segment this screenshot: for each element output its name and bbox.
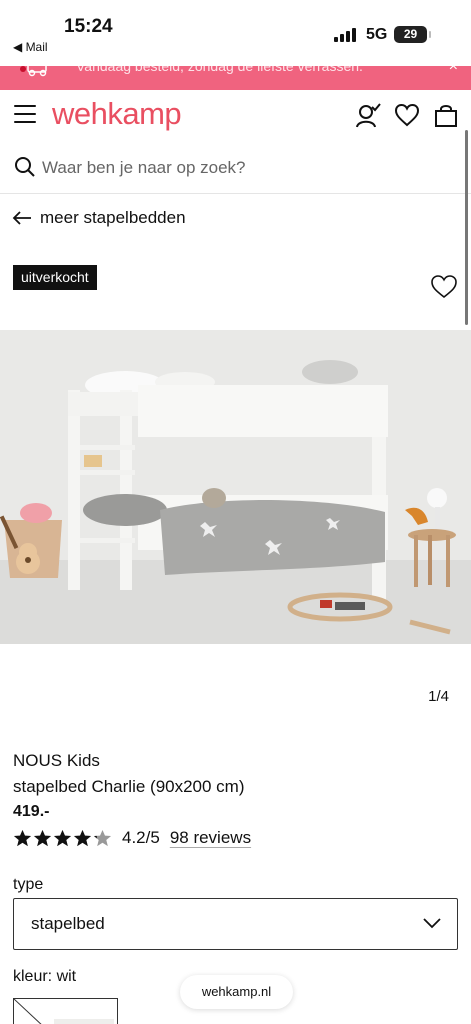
rating-stars — [13, 829, 112, 848]
wehkamp-logo[interactable]: wehkamp — [52, 96, 182, 132]
star-icon — [53, 829, 72, 846]
search-bar — [0, 142, 471, 194]
signal-icon — [334, 28, 356, 42]
color-swatch-white[interactable] — [13, 998, 118, 1024]
delivery-van-icon — [20, 66, 47, 77]
back-link-label: meer stapelbedden — [40, 208, 186, 227]
menu-icon[interactable] — [14, 105, 36, 123]
browser-url-pill[interactable]: wehkamp.nl — [180, 975, 293, 1009]
promo-text: Vandaag besteld, zondag de liefste verra… — [76, 66, 363, 74]
type-selected-value: stapelbed — [31, 914, 105, 933]
type-select[interactable]: stapelbed — [13, 898, 458, 950]
chevron-down-icon — [423, 918, 441, 929]
reviews-link[interactable]: 98 reviews — [170, 828, 251, 848]
arrow-left-icon — [12, 211, 31, 225]
status-time: 15:24 — [64, 16, 113, 37]
cart-icon[interactable] — [433, 102, 459, 128]
site-header: wehkamp — [0, 90, 471, 142]
rating-score: 4.2/5 — [122, 828, 160, 847]
search-input[interactable] — [42, 154, 452, 182]
account-icon[interactable] — [355, 102, 381, 128]
type-label: type — [13, 876, 44, 893]
battery-icon: 29 — [394, 26, 431, 43]
sold-out-badge: uitverkocht — [13, 265, 97, 290]
wishlist-icon[interactable] — [394, 102, 420, 128]
product-image — [0, 330, 471, 644]
star-icon — [33, 829, 52, 846]
network-type: 5G — [366, 26, 388, 43]
product-brand[interactable]: NOUS Kids — [13, 751, 100, 771]
star-icon — [93, 829, 112, 846]
image-counter: 1/4 — [428, 688, 449, 705]
status-bar: 15:24 ◀ Mail 5G 29 — [0, 0, 471, 66]
promo-banner[interactable]: Vandaag besteld, zondag de liefste verra… — [0, 66, 471, 90]
product-image-gallery[interactable] — [0, 330, 471, 644]
scrollbar[interactable] — [465, 130, 468, 325]
product-name: stapelbed Charlie (90x200 cm) — [13, 777, 245, 796]
close-icon[interactable]: × — [449, 66, 458, 76]
star-icon — [13, 829, 32, 846]
star-icon — [73, 829, 92, 846]
color-label: kleur: wit — [13, 968, 77, 985]
product-price: 419.- — [13, 803, 50, 820]
back-to-category-link[interactable]: meer stapelbedden — [12, 208, 186, 228]
search-icon — [15, 157, 35, 177]
heart-icon[interactable] — [430, 273, 458, 299]
back-to-mail-link[interactable]: ◀ Mail — [13, 40, 48, 54]
swatch-image — [14, 999, 114, 1024]
product-rating: 4.2/5 98 reviews — [13, 828, 251, 848]
